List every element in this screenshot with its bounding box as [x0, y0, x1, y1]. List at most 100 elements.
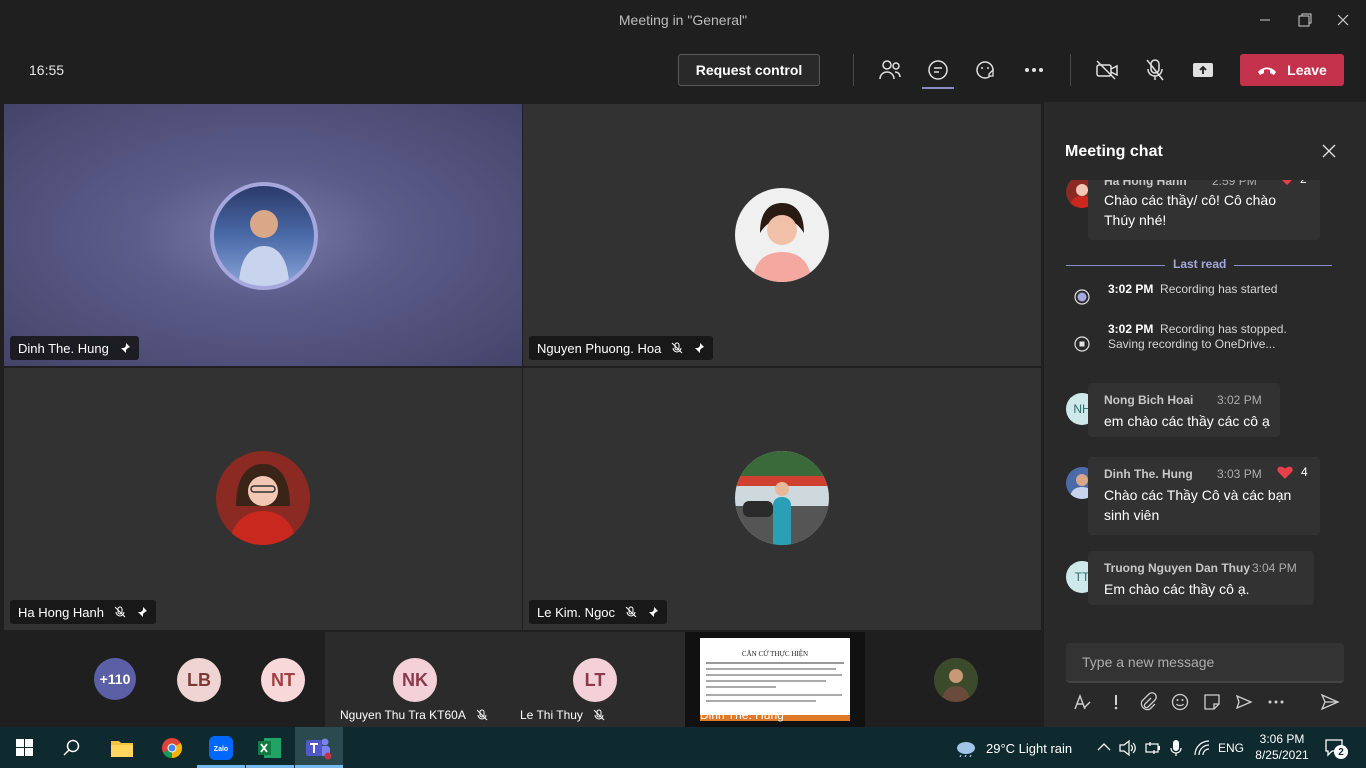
message-text: Chào các Thầy Cô và các bạn sinh viên — [1104, 487, 1292, 523]
chat-button[interactable] — [923, 55, 953, 85]
attach-icon[interactable] — [1138, 692, 1158, 712]
participant-tile[interactable]: Nguyen Phuong. Hoa — [523, 104, 1041, 366]
title-bar: Meeting in "General" — [0, 0, 1366, 40]
share-content-button[interactable] — [1188, 55, 1218, 85]
taskbar-excel[interactable] — [246, 727, 294, 768]
taskbar-teams[interactable] — [295, 727, 343, 768]
chat-active-indicator — [922, 87, 954, 89]
search-button[interactable] — [48, 727, 96, 768]
mic-muted-icon — [625, 606, 637, 618]
participant-avatar[interactable]: NT — [261, 658, 305, 702]
pin-icon — [136, 606, 148, 618]
sticker-icon[interactable] — [1202, 692, 1222, 712]
last-read-label: Last read — [1165, 257, 1235, 271]
system-time: 3:02 PM — [1108, 322, 1154, 336]
more-actions-button[interactable] — [1019, 55, 1049, 85]
participant-tile[interactable]: NK Nguyen Thu Tra KT60A — [325, 632, 505, 727]
message-text: Chào các thầy/ cô! Cô chào Thúy nhé! — [1104, 192, 1276, 228]
windows-taskbar: Zalo 29°C Light rain ENG 3:06 PM 8/25/20… — [0, 727, 1366, 768]
message-text: em chào các thầy các cô ạ — [1104, 413, 1270, 429]
taskbar-zalo[interactable]: Zalo — [197, 727, 245, 768]
participant-tile[interactable]: Le Kim. Ngoc — [523, 368, 1041, 630]
format-icon[interactable] — [1072, 692, 1092, 712]
system-time: 3:02 PM — [1108, 282, 1154, 296]
toolbar-divider — [853, 54, 854, 86]
system-clock[interactable]: 3:06 PM 8/25/2021 — [1254, 731, 1310, 763]
notification-count: 2 — [1334, 745, 1348, 759]
system-text: Recording has started — [1160, 282, 1278, 296]
slide-title: CĂN CỨ THỰC HIỆN — [741, 650, 809, 658]
participant-avatar — [735, 451, 829, 545]
camera-toggle-button[interactable] — [1092, 55, 1122, 85]
participant-name-badge: Nguyen Phuong. Hoa — [529, 336, 714, 360]
teams-icon — [306, 738, 332, 759]
chrome-icon — [162, 737, 183, 758]
participants-button[interactable] — [875, 55, 905, 85]
compose-toolbar — [1068, 692, 1348, 714]
participant-tile[interactable]: Dinh The. Hung — [4, 104, 522, 366]
emoji-icon[interactable] — [1170, 692, 1190, 712]
pin-icon — [693, 342, 705, 354]
raise-hand-icon — [976, 61, 994, 79]
message-input[interactable]: Type a new message — [1066, 643, 1344, 683]
notification-center-button[interactable]: 2 — [1324, 737, 1348, 762]
participant-tile[interactable]: LT Le Thi Thuy — [505, 632, 685, 727]
participant-name-badge: Le Thi Thuy — [520, 708, 605, 722]
chat-message[interactable]: Dinh The. Hung 3:03 PM 4 Chào các Thầy C… — [1088, 457, 1320, 535]
reactions-button[interactable] — [971, 55, 1001, 85]
meeting-chat-panel: Meeting chat Ha Hong Hanh 2:59 PM 2 Chào… — [1044, 102, 1366, 727]
participant-avatar[interactable]: LB — [177, 658, 221, 702]
clock-date: 8/25/2021 — [1255, 748, 1309, 762]
clock-time: 3:06 PM — [1259, 732, 1305, 746]
input-language[interactable]: ENG — [1218, 741, 1244, 755]
participant-avatar — [216, 451, 310, 545]
send-icon[interactable] — [1320, 692, 1340, 712]
weather-text[interactable]: 29°C Light rain — [986, 741, 1072, 756]
meeting-timer: 16:55 — [29, 62, 65, 78]
important-icon[interactable] — [1106, 692, 1126, 712]
taskbar-file-explorer[interactable] — [98, 727, 146, 768]
zalo-icon: Zalo — [209, 735, 233, 760]
participant-avatar[interactable] — [934, 658, 978, 702]
participant-name: Dinh The. Hung — [18, 340, 109, 356]
participant-avatar — [210, 182, 318, 290]
participant-tile[interactable]: Ha Hong Hanh — [4, 368, 522, 630]
chat-message[interactable]: Nong Bich Hoai 3:02 PM em chào các thầy … — [1088, 383, 1280, 437]
participant-name: Ha Hong Hanh — [18, 604, 104, 620]
participant-avatar: NK — [393, 658, 437, 702]
chat-message[interactable]: Truong Nguyen Dan Thuy 3:04 PM Em chào c… — [1088, 551, 1314, 605]
message-time: 3:02 PM — [1217, 393, 1262, 407]
more-participants-button[interactable]: +110 — [94, 658, 136, 700]
mic-off-icon — [1146, 59, 1164, 81]
svg-text:Zalo: Zalo — [214, 746, 228, 753]
taskbar-chrome[interactable] — [148, 727, 196, 768]
more-icon[interactable] — [1266, 692, 1286, 712]
message-reactions[interactable]: 4 — [1277, 465, 1308, 479]
message-reactions[interactable]: 2 — [1280, 180, 1307, 186]
shared-content-tile[interactable]: CĂN CỨ THỰC HIỆN Dinh The. Hung — [685, 632, 865, 727]
participant-avatar: LT — [573, 658, 617, 702]
mic-muted-icon — [114, 606, 126, 618]
battery-icon[interactable] — [1144, 740, 1162, 756]
volume-icon[interactable] — [1119, 740, 1137, 756]
pin-icon — [647, 606, 659, 618]
leave-button[interactable]: Leave — [1240, 54, 1344, 86]
participant-name: Dinh The. Hung — [700, 708, 784, 722]
start-button[interactable] — [0, 727, 48, 768]
pin-icon — [119, 342, 131, 354]
chevron-up-icon[interactable] — [1097, 742, 1111, 752]
close-window-button[interactable] — [1320, 0, 1366, 40]
close-chat-button[interactable] — [1320, 142, 1338, 160]
mic-toggle-button[interactable] — [1140, 55, 1170, 85]
microphone-icon[interactable] — [1170, 739, 1182, 757]
request-control-button[interactable]: Request control — [678, 54, 820, 86]
participant-strip: +110 LB NT NK Nguyen Thu Tra KT60A LT Le… — [0, 632, 1044, 727]
camera-off-icon — [1096, 60, 1118, 80]
wifi-icon[interactable] — [1192, 740, 1212, 756]
schedule-send-icon[interactable] — [1234, 692, 1254, 712]
participant-avatar — [735, 188, 829, 282]
message-author: Dinh The. Hung — [1104, 467, 1193, 481]
chat-scroll[interactable]: Ha Hong Hanh 2:59 PM 2 Chào các thầy/ cô… — [1044, 180, 1366, 630]
mic-muted-icon — [593, 709, 605, 721]
chat-message[interactable]: Ha Hong Hanh 2:59 PM 2 Chào các thầy/ cô… — [1088, 180, 1320, 240]
